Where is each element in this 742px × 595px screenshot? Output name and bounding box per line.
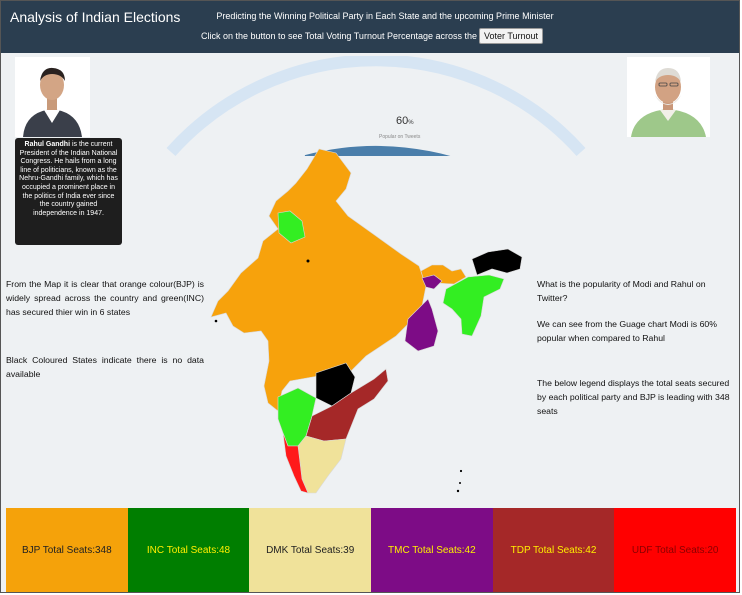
- gauge-value: 60%: [396, 115, 414, 127]
- legend-item-label: BJP Total Seats:348: [21, 544, 112, 556]
- nodata-arunachal: [471, 248, 523, 276]
- seat-legend: BJP Total Seats:348 INC Total Seats:48 DMK…: [6, 508, 737, 592]
- gauge-label: Popular on Tweets: [379, 134, 421, 140]
- island-dot: [214, 319, 218, 323]
- gauge-track: [166, 56, 586, 156]
- legend-item: UDF Total Seats:20: [614, 508, 737, 592]
- rahul-gandhi-photo: [15, 57, 90, 137]
- legend-explanation-text: The below legend displays the total seat…: [537, 378, 730, 416]
- legend-item: BJP Total Seats:348: [6, 508, 128, 592]
- legend-item-label: TMC Total Seats:42: [388, 544, 476, 556]
- legend-item: INC Total Seats:48: [127, 508, 250, 592]
- legend-item: DMK Total Seats:39: [249, 508, 372, 592]
- map-explanation-text: From the Map it is clear that orange col…: [6, 279, 204, 317]
- india-election-map[interactable]: [206, 141, 536, 496]
- no-data-explanation-text: Black Coloured States indicate there is …: [6, 355, 204, 379]
- rahul-bio-card: Rahul Gandhi is the current President of…: [15, 138, 122, 245]
- rahul-name: Rahul Gandhi: [24, 141, 71, 148]
- legend-item-label: DMK Total Seats:39: [266, 544, 355, 556]
- rahul-bio-text: is the current President of the Indian N…: [19, 141, 118, 217]
- voter-turnout-button[interactable]: Voter Turnout: [479, 28, 544, 44]
- legend-item-label: TDP Total Seats:42: [510, 544, 597, 556]
- header-bar: Analysis of Indian Elections Predicting …: [1, 1, 739, 53]
- dmk-tamil-nadu: [297, 435, 347, 494]
- island-dot: [459, 482, 461, 484]
- delhi-dot: [306, 259, 310, 263]
- app-frame: Analysis of Indian Elections Predicting …: [0, 0, 740, 593]
- narendra-modi-photo: [627, 57, 710, 137]
- legend-item: TDP Total Seats:42: [492, 508, 615, 592]
- bjp-mainland-states: [210, 148, 427, 412]
- page-subtitle: Predicting the Winning Political Party i…: [216, 11, 554, 21]
- island-dot: [459, 469, 463, 473]
- legend-item-label: UDF Total Seats:20: [631, 544, 719, 556]
- gauge-explanation-text: We can see from the Guage chart Modi is …: [537, 319, 717, 343]
- legend-item: TMC Total Seats:42: [371, 508, 493, 592]
- legend-item-label: INC Total Seats:48: [146, 544, 231, 556]
- twitter-popularity-question: What is the popularity of Modi and Rahul…: [537, 279, 706, 303]
- turnout-instruction: Click on the button to see Total Voting …: [201, 31, 506, 41]
- island-dot: [456, 489, 460, 493]
